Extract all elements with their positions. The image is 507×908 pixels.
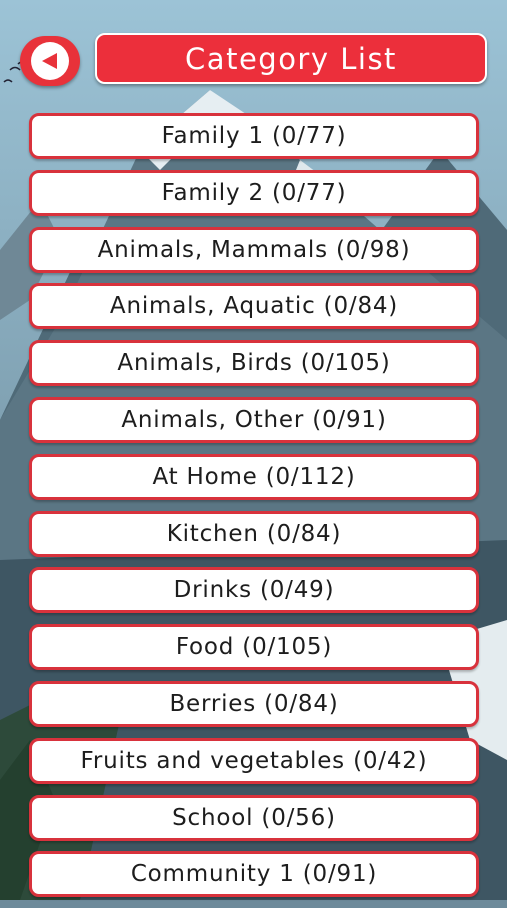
category-button-at-home[interactable]: At Home (0/112) (29, 453, 479, 500)
category-button-community-1[interactable]: Community 1 (0/91) (29, 851, 479, 898)
category-button-family-2[interactable]: Family 2 (0/77) (29, 169, 479, 216)
category-label: Animals, Mammals (0/98) (97, 236, 411, 263)
category-label: Community 1 (0/91) (130, 861, 378, 888)
category-label: Berries (0/84) (169, 690, 339, 717)
page-title: Category List (185, 41, 397, 76)
category-label: Family 1 (0/77) (161, 123, 347, 149)
category-label: Family 2 (0/77) (161, 179, 347, 206)
category-button-drinks[interactable]: Drinks (0/49) (29, 567, 479, 614)
category-button-animals-aquatic[interactable]: Animals, Aquatic (0/84) (29, 283, 479, 330)
category-label: At Home (0/112) (152, 463, 356, 490)
category-label: School (0/56) (172, 804, 336, 831)
category-button-kitchen[interactable]: Kitchen (0/84) (29, 510, 479, 557)
category-list: Family 1 (0/77) Family 2 (0/77) Animals,… (29, 113, 479, 908)
category-button-school[interactable]: School (0/56) (29, 794, 479, 841)
category-label: Kitchen (0/84) (166, 520, 342, 547)
category-button-animals-other[interactable]: Animals, Other (0/91) (29, 396, 479, 443)
category-button-fruits-and-vegetables[interactable]: Fruits and vegetables (0/42) (29, 737, 479, 784)
category-label: Drinks (0/49) (173, 577, 335, 604)
category-label: Animals, Other (0/91) (121, 406, 387, 433)
category-button-family-1[interactable]: Family 1 (0/77) (29, 113, 479, 159)
category-label: Animals, Birds (0/105) (117, 350, 391, 377)
back-arrow-icon (31, 42, 69, 80)
back-button[interactable] (20, 36, 80, 86)
page-title-bar: Category List (95, 33, 487, 84)
category-label: Animals, Aquatic (0/84) (109, 293, 399, 320)
category-button-animals-mammals[interactable]: Animals, Mammals (0/98) (29, 226, 479, 273)
category-label: Food (0/105) (175, 634, 333, 661)
category-button-food[interactable]: Food (0/105) (29, 624, 479, 671)
category-button-animals-birds[interactable]: Animals, Birds (0/105) (29, 340, 479, 387)
category-button-berries[interactable]: Berries (0/84) (29, 680, 479, 727)
category-label: Fruits and vegetables (0/42) (80, 747, 428, 774)
